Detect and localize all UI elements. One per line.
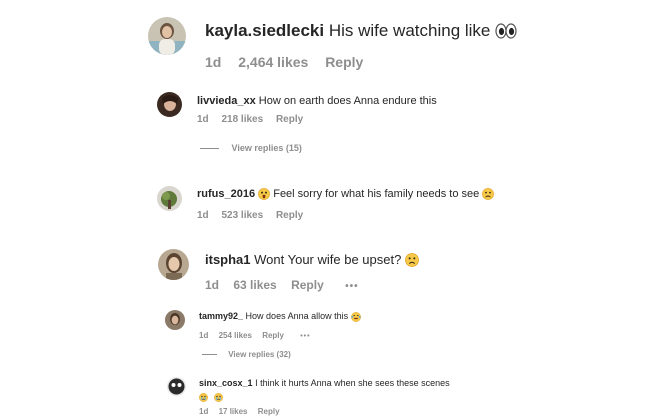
reply-button[interactable]: Reply bbox=[325, 54, 363, 70]
view-replies-button[interactable]: View replies (15) bbox=[200, 143, 302, 153]
comment-text: His wife watching like bbox=[328, 21, 491, 40]
frowning-face-emoji-icon bbox=[405, 253, 419, 271]
frowning-face-emoji-icon bbox=[482, 188, 495, 204]
timestamp: 1d bbox=[199, 331, 209, 340]
reply-button[interactable]: Reply bbox=[262, 331, 284, 340]
laughing-tears-emoji-icon bbox=[350, 312, 361, 325]
more-options-icon[interactable]: ••• bbox=[300, 333, 310, 340]
reply-button[interactable]: Reply bbox=[276, 210, 303, 221]
avatar-photo-icon bbox=[158, 249, 189, 280]
avatar[interactable] bbox=[158, 249, 189, 280]
more-options-icon[interactable]: ••• bbox=[345, 281, 359, 292]
avatar-photo-icon bbox=[167, 377, 186, 396]
reply-button[interactable]: Reply bbox=[276, 114, 303, 125]
avatar[interactable] bbox=[148, 17, 186, 55]
username[interactable]: tammy92_ bbox=[199, 311, 243, 321]
like-count[interactable]: 218 likes bbox=[221, 114, 263, 125]
divider-line bbox=[200, 148, 219, 150]
username[interactable]: livvieda_xx bbox=[197, 95, 256, 107]
comment-text: Wont Your wife be upset? bbox=[254, 252, 402, 267]
view-replies-button[interactable]: View replies (32) bbox=[202, 350, 291, 359]
timestamp: 1d bbox=[197, 210, 209, 221]
crying-face-emoji-icon bbox=[199, 392, 208, 404]
comment-text: I think it hurts Anna when she sees thes… bbox=[255, 378, 450, 388]
crying-face-emoji-icon bbox=[214, 392, 224, 404]
like-count[interactable]: 63 likes bbox=[233, 278, 276, 292]
timestamp: 1d bbox=[205, 278, 220, 292]
avatar-photo-icon bbox=[157, 186, 182, 211]
username[interactable]: rufus_2016 bbox=[197, 188, 255, 200]
avatar-photo-icon bbox=[165, 310, 185, 330]
timestamp: 1d bbox=[205, 54, 222, 70]
reply-button[interactable]: Reply bbox=[291, 278, 324, 292]
reply-button[interactable]: Reply bbox=[258, 407, 280, 416]
comment-text: Feel sorry for what his family needs to … bbox=[273, 188, 480, 200]
username[interactable]: itspha1 bbox=[205, 252, 251, 267]
avatar-photo-icon bbox=[157, 92, 182, 117]
eyes-emoji-icon bbox=[495, 23, 517, 45]
like-count[interactable]: 523 likes bbox=[221, 210, 263, 221]
like-count[interactable]: 254 likes bbox=[219, 331, 252, 340]
avatar[interactable] bbox=[165, 310, 185, 330]
timestamp: 1d bbox=[197, 114, 209, 125]
avatar[interactable] bbox=[167, 377, 186, 396]
like-count[interactable]: 17 likes bbox=[219, 407, 248, 416]
view-replies-label: View replies (15) bbox=[231, 143, 302, 153]
avatar[interactable] bbox=[157, 186, 182, 211]
comment-text: How does Anna allow this bbox=[245, 311, 349, 321]
avatar-photo-icon bbox=[148, 17, 186, 55]
view-replies-label: View replies (32) bbox=[228, 350, 291, 359]
divider-line bbox=[202, 354, 217, 356]
timestamp: 1d bbox=[199, 407, 209, 416]
username[interactable]: kayla.siedlecki bbox=[205, 21, 324, 40]
avatar[interactable] bbox=[157, 92, 182, 117]
like-count[interactable]: 2,464 likes bbox=[238, 54, 308, 70]
astonished-face-emoji-icon bbox=[258, 188, 271, 204]
comment-text: How on earth does Anna endure this bbox=[258, 95, 437, 107]
